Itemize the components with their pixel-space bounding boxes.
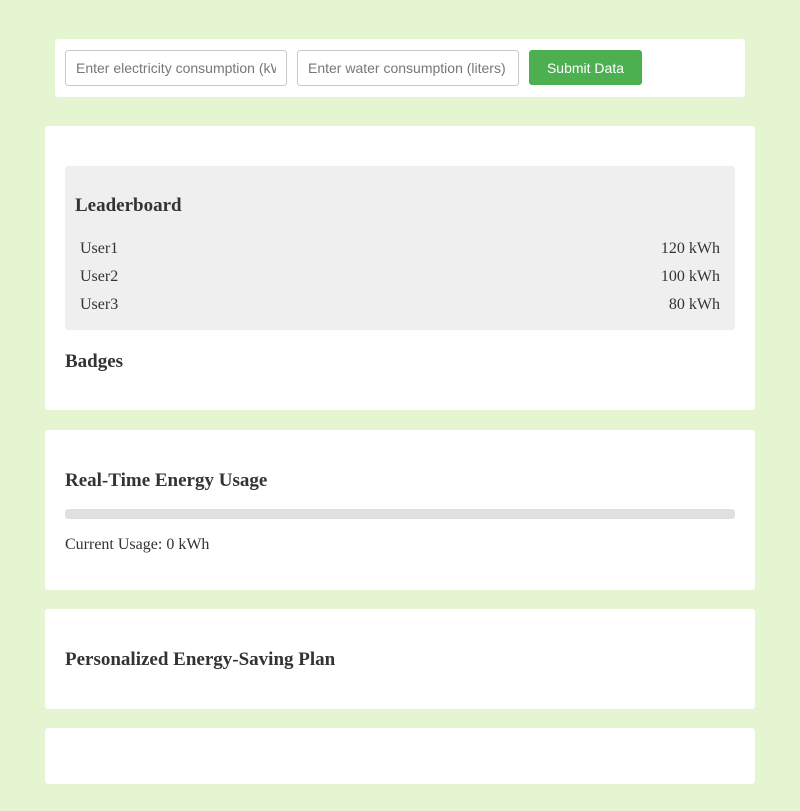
- leaderboard-row: User2 100 kWh: [80, 265, 720, 289]
- energy-saving-plan-title: Personalized Energy-Saving Plan: [65, 649, 336, 670]
- leaderboard-user-name: User3: [80, 296, 119, 313]
- energy-saving-plan-card: Personalized Energy-Saving Plan: [45, 609, 755, 709]
- leaderboard-panel: Leaderboard User1 120 kWh User2 100 kWh …: [65, 166, 735, 330]
- leaderboard-user-usage: 120 kWh: [660, 240, 720, 257]
- realtime-usage-card: Real-Time Energy Usage Current Usage: 0 …: [45, 430, 755, 590]
- usage-progress-bar: [65, 509, 735, 519]
- current-usage-label: Current Usage:: [65, 536, 167, 553]
- leaderboard-user-name: User1: [80, 240, 119, 257]
- leaderboard-user-usage: 80 kWh: [668, 296, 720, 313]
- leaderboard-title: Leaderboard: [75, 195, 182, 216]
- realtime-usage-title: Real-Time Energy Usage: [65, 470, 268, 491]
- leaderboard-user-name: User2: [80, 268, 119, 285]
- electricity-consumption-input[interactable]: [65, 50, 287, 86]
- water-consumption-input[interactable]: [297, 50, 519, 86]
- empty-card: [45, 728, 755, 784]
- data-entry-bar: Submit Data: [55, 39, 745, 97]
- leaderboard-row: User3 80 kWh: [80, 293, 720, 317]
- leaderboard-user-usage: 100 kWh: [660, 268, 720, 285]
- current-usage-unit: kWh: [174, 536, 210, 553]
- leaderboard-row: User1 120 kWh: [80, 237, 720, 261]
- badges-title: Badges: [65, 351, 124, 372]
- gamification-card: Leaderboard User1 120 kWh User2 100 kWh …: [45, 126, 755, 410]
- submit-data-button[interactable]: Submit Data: [529, 50, 642, 85]
- current-usage-text: Current Usage: 0 kWh: [65, 535, 209, 555]
